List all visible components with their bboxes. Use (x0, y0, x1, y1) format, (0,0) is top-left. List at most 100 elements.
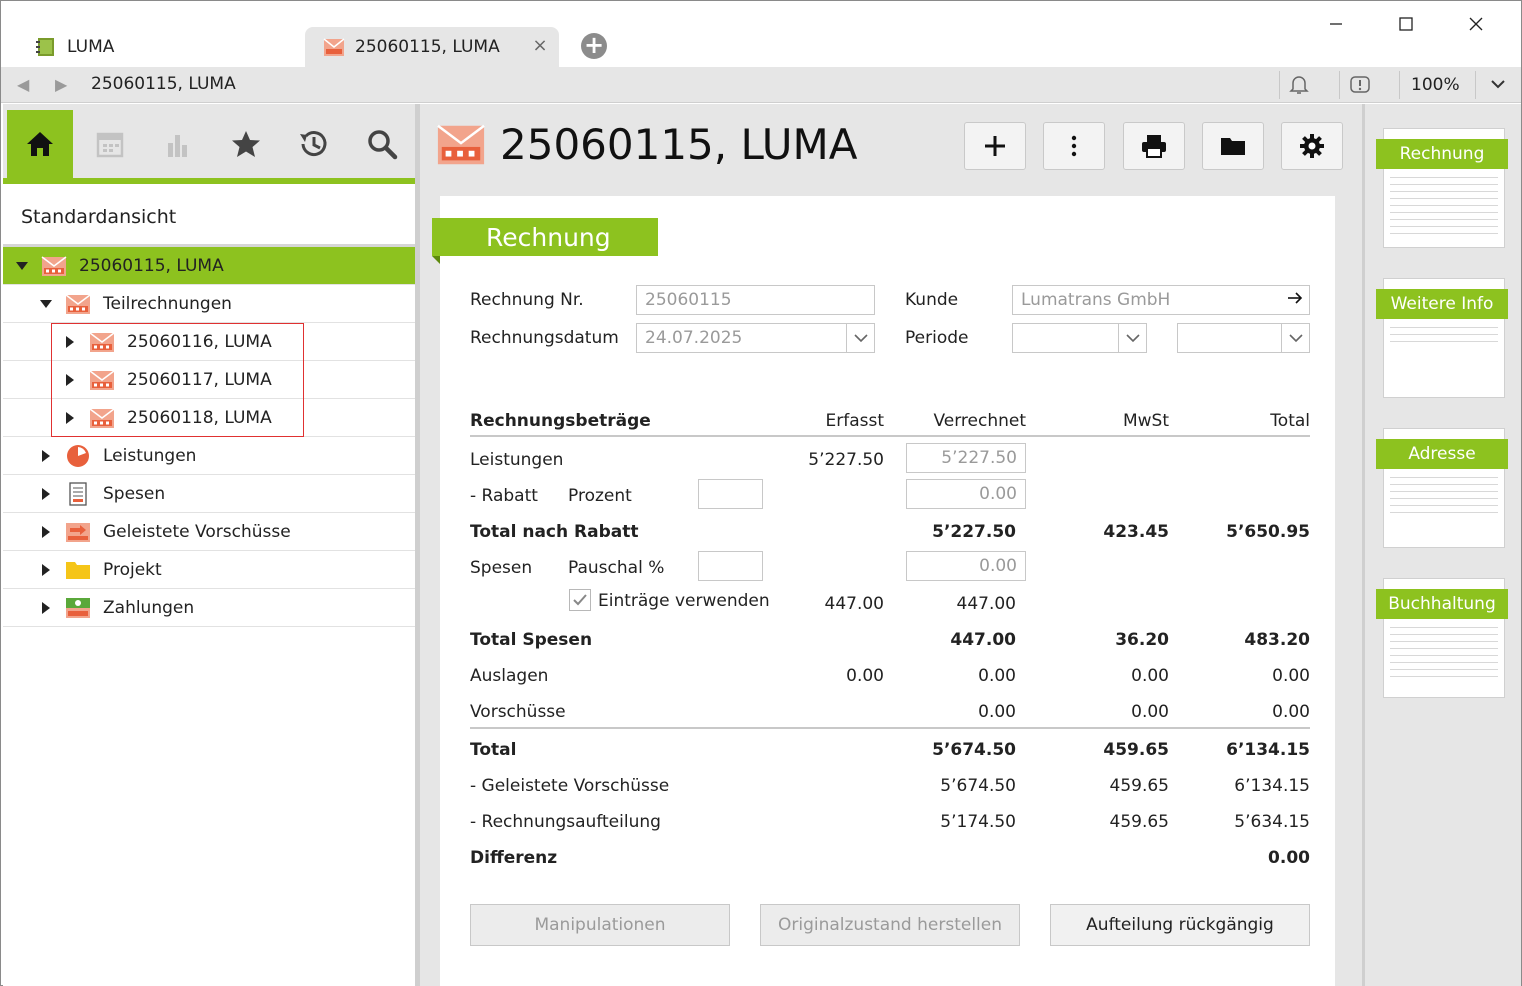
expand-arrow-icon[interactable] (39, 601, 53, 615)
manipulationen-button[interactable]: Manipulationen (470, 904, 730, 946)
expand-arrow-icon[interactable] (39, 563, 53, 577)
total-nach-rabatt-mwst: 423.45 (1103, 522, 1169, 542)
aufteilung-total: 5’634.15 (1234, 812, 1310, 832)
total-spesen-mwst: 36.20 (1115, 630, 1169, 650)
eintraege-checkbox[interactable] (569, 589, 591, 611)
expand-arrow-icon[interactable] (39, 487, 53, 501)
bell-icon[interactable] (1289, 74, 1309, 101)
search-icon (368, 130, 398, 160)
thumb-preview (1390, 477, 1498, 541)
expand-arrow-icon[interactable] (39, 449, 53, 463)
chevron-down-icon[interactable] (846, 324, 874, 352)
thumb-weitere-info[interactable]: Weitere Info (1376, 278, 1508, 398)
home-button[interactable] (7, 110, 73, 178)
geleistete-label: - Geleistete Vorschüsse (470, 776, 670, 796)
chevron-down-icon[interactable] (1489, 75, 1507, 98)
check-icon (573, 594, 587, 606)
tree-label: Zahlungen (103, 597, 195, 618)
back-icon[interactable]: ◀ (17, 75, 29, 94)
zoom-level[interactable]: 100% (1411, 75, 1460, 95)
expand-arrow-icon[interactable] (15, 259, 29, 273)
rabatt-label: - Rabatt (470, 486, 538, 506)
alert-icon[interactable] (1349, 74, 1371, 101)
tree-item-projekt[interactable]: Projekt (3, 551, 415, 589)
invoice-icon (323, 38, 345, 56)
history-button[interactable] (281, 110, 347, 178)
chart-button[interactable] (145, 110, 211, 178)
tree-item-teilrechnungen[interactable]: Teilrechnungen (3, 285, 415, 323)
divider (1339, 71, 1340, 99)
rechnung-nr-field[interactable]: 25060115 (636, 285, 875, 315)
tree-item-spesen[interactable]: Spesen (3, 475, 415, 513)
tree-item-vorschuesse[interactable]: Geleistete Vorschüsse (3, 513, 415, 551)
total-spesen-verrechnet: 447.00 (950, 630, 1016, 650)
expand-arrow-icon[interactable] (39, 297, 53, 311)
spesen-verrechnet-field[interactable]: 0.00 (906, 551, 1026, 581)
total-nach-rabatt-verrechnet: 5’227.50 (932, 522, 1016, 542)
main-area: 25060115, LUMA Rechnung Rechnung Nr. 250… (420, 104, 1362, 986)
thumb-adresse[interactable]: Adresse (1376, 428, 1508, 548)
invoice-icon (437, 124, 485, 165)
rabatt-verrechnet-field[interactable]: 0.00 (906, 479, 1026, 509)
originalzustand-button[interactable]: Originalzustand herstellen (760, 904, 1020, 946)
chevron-down-icon[interactable] (1118, 324, 1146, 352)
notebook-icon (36, 38, 54, 56)
calendar-button[interactable] (77, 110, 143, 178)
periode-from-field[interactable] (1012, 323, 1147, 353)
favorites-button[interactable] (213, 110, 279, 178)
more-vertical-icon (1071, 135, 1077, 157)
search-button[interactable] (349, 110, 415, 178)
view-title: Standardansicht (21, 206, 177, 228)
thumb-preview (1390, 627, 1498, 691)
close-window-icon[interactable] (1461, 11, 1491, 37)
chevron-down-icon[interactable] (1281, 324, 1309, 352)
thumb-rechnung[interactable]: Rechnung (1376, 128, 1508, 248)
rabatt-prozent-label: Prozent (568, 486, 632, 506)
tree-item-leistungen[interactable]: Leistungen (3, 437, 415, 475)
folder-button[interactable] (1202, 122, 1264, 170)
tree-label: Projekt (103, 559, 162, 580)
spesen-label: Spesen (470, 558, 533, 578)
tab-luma[interactable]: LUMA (11, 27, 301, 67)
divider (1475, 71, 1476, 99)
total-total: 6’134.15 (1226, 740, 1310, 760)
expand-arrow-icon[interactable] (39, 525, 53, 539)
left-toolbar (3, 104, 415, 184)
geleistete-verrechnet: 5’674.50 (940, 776, 1016, 796)
divider (470, 435, 1310, 437)
eintraege-label: Einträge verwenden (598, 591, 770, 611)
leistungen-label: Leistungen (470, 450, 564, 470)
thumb-buchhaltung[interactable]: Buchhaltung (1376, 578, 1508, 698)
page-title: 25060115, LUMA (500, 120, 858, 169)
tree-item-zahlungen[interactable]: Zahlungen (3, 589, 415, 627)
add-button[interactable] (964, 122, 1026, 170)
more-button[interactable] (1043, 122, 1105, 170)
rabatt-prozent-field[interactable] (698, 479, 763, 509)
aufteilung-rueckgaengig-button[interactable]: Aufteilung rückgängig (1050, 904, 1310, 946)
spesen-erfasst: 447.00 (824, 594, 884, 614)
differenz-label: Differenz (470, 848, 558, 868)
periode-to-field[interactable] (1177, 323, 1310, 353)
tree-item-root[interactable]: 25060115, LUMA (3, 247, 415, 285)
leistungen-verrechnet-field[interactable]: 5’227.50 (906, 443, 1026, 473)
thumb-label: Weitere Info (1376, 289, 1508, 319)
datum-field[interactable]: 24.07.2025 (636, 323, 875, 353)
spesen-pauschal-field[interactable] (698, 551, 763, 581)
expenses-icon (69, 481, 87, 506)
tab-label: LUMA (67, 37, 115, 57)
auslagen-verrechnet: 0.00 (978, 666, 1016, 686)
arrow-right-icon[interactable] (1287, 286, 1303, 314)
divider (470, 727, 1310, 729)
close-tab-icon[interactable]: × (531, 37, 549, 55)
kunde-field[interactable]: Lumatrans GmbH (1012, 285, 1310, 315)
invoice-card: Rechnung Rechnung Nr. 25060115 Kunde Lum… (432, 196, 1335, 986)
maximize-icon[interactable] (1391, 11, 1421, 37)
gear-icon (1300, 134, 1324, 158)
forward-icon[interactable]: ▶ (55, 75, 67, 94)
minimize-icon[interactable] (1321, 11, 1351, 37)
aufteilung-label: - Rechnungsaufteilung (470, 812, 661, 832)
add-tab-icon[interactable]: + (581, 33, 607, 59)
tab-invoice[interactable]: 25060115, LUMA × (305, 27, 559, 67)
print-button[interactable] (1123, 122, 1185, 170)
settings-button[interactable] (1281, 122, 1343, 170)
